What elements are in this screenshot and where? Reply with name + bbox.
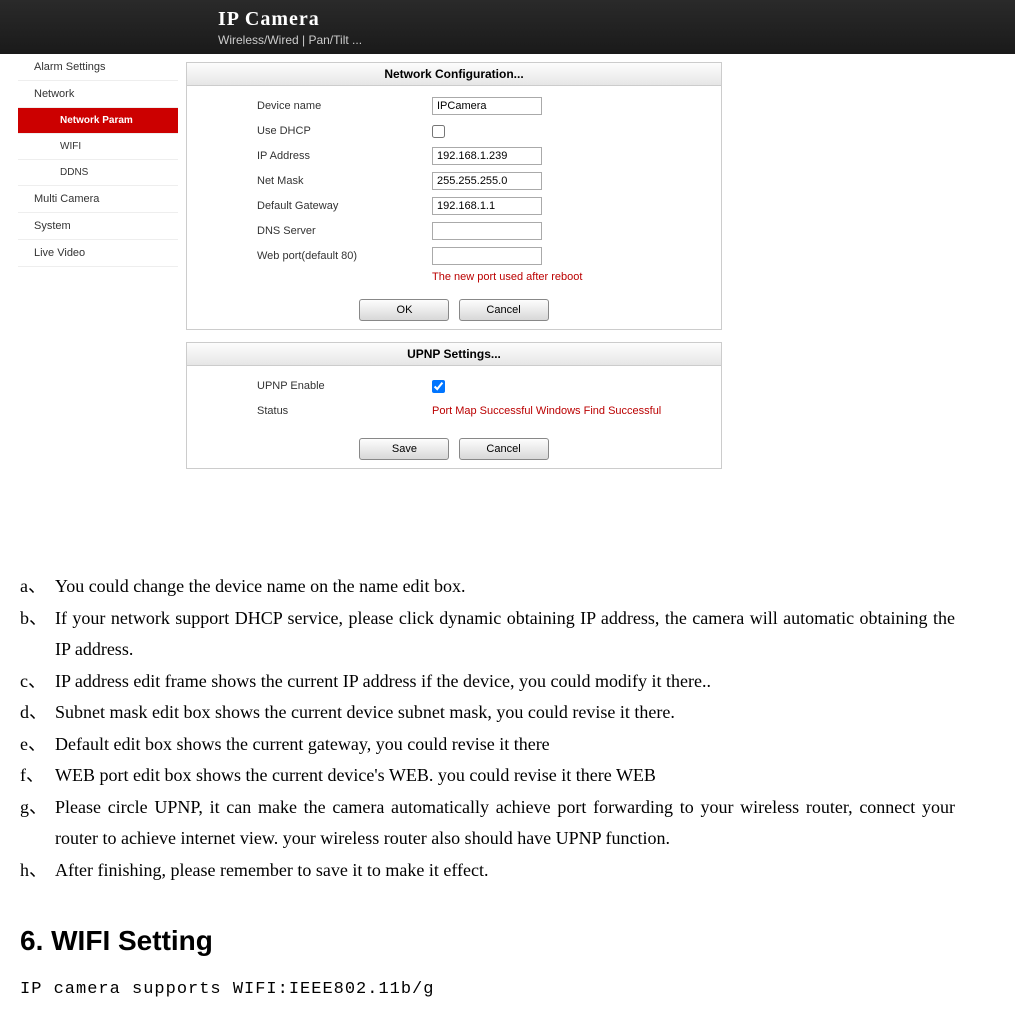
- upnp-status-value: Port Map Successful Windows Find Success…: [432, 405, 661, 417]
- ip-address-input[interactable]: [432, 147, 542, 165]
- list-item: Please circle UPNP, it can make the came…: [55, 792, 955, 855]
- list-marker: f、: [20, 760, 55, 792]
- save-button[interactable]: Save: [359, 438, 449, 460]
- ip-address-label: IP Address: [257, 150, 432, 162]
- upnp-enable-checkbox[interactable]: [432, 380, 445, 393]
- list-marker: a、: [20, 571, 55, 603]
- list-item: WEB port edit box shows the current devi…: [55, 760, 955, 792]
- sidebar-item-network[interactable]: Network: [18, 81, 178, 108]
- document-section: a、You could change the device name on th…: [0, 551, 1015, 1025]
- netmask-label: Net Mask: [257, 175, 432, 187]
- dns-label: DNS Server: [257, 225, 432, 237]
- upnp-title: UPNP Settings...: [187, 343, 721, 366]
- ok-button[interactable]: OK: [359, 299, 449, 321]
- sidebar-item-live-video[interactable]: Live Video: [18, 240, 178, 267]
- network-config-panel: Network Configuration... Device name Use…: [186, 62, 722, 330]
- network-config-title: Network Configuration...: [187, 63, 721, 86]
- app-header: IP Camera Wireless/Wired | Pan/Tilt ...: [0, 0, 1015, 54]
- sidebar-item-ddns[interactable]: DDNS: [18, 160, 178, 186]
- app-title: IP Camera: [218, 8, 1015, 31]
- list-marker: g、: [20, 792, 55, 855]
- dns-input[interactable]: [432, 222, 542, 240]
- webport-input[interactable]: [432, 247, 542, 265]
- sidebar-item-wifi[interactable]: WIFI: [18, 134, 178, 160]
- device-name-label: Device name: [257, 100, 432, 112]
- cancel-button-upnp[interactable]: Cancel: [459, 438, 549, 460]
- use-dhcp-checkbox[interactable]: [432, 125, 445, 138]
- sidebar: Alarm Settings Network Network Param WIF…: [18, 54, 178, 551]
- main-area: Alarm Settings Network Network Param WIF…: [0, 54, 1015, 551]
- list-marker: d、: [20, 697, 55, 729]
- app-subtitle: Wireless/Wired | Pan/Tilt ...: [218, 33, 1015, 47]
- gateway-label: Default Gateway: [257, 200, 432, 212]
- instruction-list: a、You could change the device name on th…: [20, 571, 955, 886]
- sidebar-item-network-param[interactable]: Network Param: [18, 108, 178, 134]
- list-item: If your network support DHCP service, pl…: [55, 603, 955, 666]
- gateway-input[interactable]: [432, 197, 542, 215]
- upnp-panel: UPNP Settings... UPNP Enable Status Port…: [186, 342, 722, 469]
- sidebar-item-multi-camera[interactable]: Multi Camera: [18, 186, 178, 213]
- list-item: You could change the device name on the …: [55, 571, 955, 603]
- use-dhcp-label: Use DHCP: [257, 125, 432, 137]
- content-area: Network Configuration... Device name Use…: [178, 54, 1015, 551]
- list-marker: c、: [20, 666, 55, 698]
- wifi-support-line: IP camera supports WIFI:IEEE802.11b/g: [20, 975, 955, 1005]
- list-item: IP address edit frame shows the current …: [55, 666, 955, 698]
- list-marker: b、: [20, 603, 55, 666]
- webport-hint: The new port used after reboot: [257, 271, 721, 283]
- wifi-setting-heading: 6. WIFI Setting: [20, 916, 955, 965]
- list-item: Subnet mask edit box shows the current d…: [55, 697, 955, 729]
- upnp-status-label: Status: [257, 405, 432, 417]
- list-marker: h、: [20, 855, 55, 887]
- device-name-input[interactable]: [432, 97, 542, 115]
- list-item: Default edit box shows the current gatew…: [55, 729, 955, 761]
- upnp-enable-label: UPNP Enable: [257, 380, 432, 392]
- netmask-input[interactable]: [432, 172, 542, 190]
- list-item: After finishing, please remember to save…: [55, 855, 955, 887]
- sidebar-item-system[interactable]: System: [18, 213, 178, 240]
- cancel-button[interactable]: Cancel: [459, 299, 549, 321]
- webport-label: Web port(default 80): [257, 250, 432, 262]
- list-marker: e、: [20, 729, 55, 761]
- sidebar-item-alarm[interactable]: Alarm Settings: [18, 54, 178, 81]
